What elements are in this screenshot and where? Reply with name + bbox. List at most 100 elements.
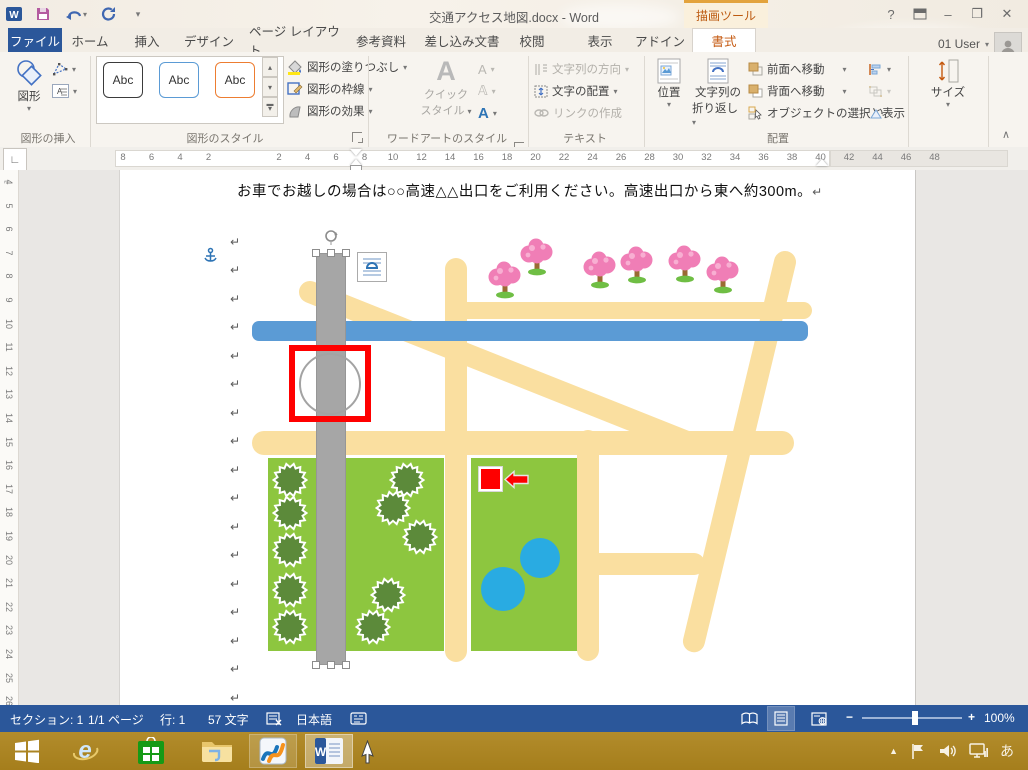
tab-review[interactable]: 校閲: [510, 28, 554, 52]
proofing-status-icon[interactable]: [266, 711, 283, 726]
minimize-button[interactable]: –: [936, 4, 960, 24]
status-chars[interactable]: 57 文字: [208, 711, 249, 728]
size-icon: [936, 58, 960, 84]
vruler-number: 8: [4, 268, 14, 284]
network-icon[interactable]: [969, 743, 988, 759]
hruler-number: 8: [115, 152, 131, 163]
rotate-objects-button[interactable]: ▾: [868, 104, 891, 122]
ribbon-display-options-button[interactable]: [908, 4, 932, 24]
vruler-number: 18: [4, 504, 14, 520]
horizontal-ruler[interactable]: 8642246810121416182022242628303234363840…: [0, 147, 1028, 170]
edit-shape-button[interactable]: ▾: [52, 60, 76, 78]
tab-view[interactable]: 表示: [578, 28, 622, 52]
edit-shape-icon: [52, 62, 68, 76]
vruler-number: 15: [4, 434, 14, 450]
help-button[interactable]: ?: [880, 4, 902, 24]
status-pages[interactable]: 1/1 ページ: [88, 711, 144, 728]
text-fill-button[interactable]: A▾: [478, 60, 495, 78]
shape-style-3[interactable]: Abc: [215, 62, 255, 98]
vruler-number: 13: [4, 386, 14, 402]
print-layout-view-button[interactable]: [768, 707, 794, 730]
user-dropdown-icon[interactable]: ▾: [985, 40, 989, 49]
ime-status-icon[interactable]: [350, 711, 367, 726]
zoom-in-button[interactable]: +: [968, 710, 975, 724]
tab-file[interactable]: ファイル: [8, 28, 62, 52]
hruler-number: 46: [898, 152, 914, 163]
align-objects-button[interactable]: ▾: [868, 60, 891, 78]
zoom-out-button[interactable]: −: [846, 710, 853, 724]
vertical-ruler[interactable]: 4567891011121314151617181920212223242526…: [0, 170, 19, 705]
tab-home[interactable]: ホーム: [68, 28, 112, 52]
shape-outline-button[interactable]: 図形の枠線▾: [287, 80, 373, 98]
hruler-number: 6: [144, 152, 160, 163]
shape-styles-dialog-launcher-icon[interactable]: [352, 132, 362, 142]
read-mode-view-button[interactable]: [736, 707, 762, 730]
first-line-indent-marker[interactable]: [350, 149, 362, 156]
restore-button[interactable]: ❐: [964, 4, 990, 24]
text-direction-button[interactable]: 文字列の方向▾: [534, 60, 629, 78]
position-button[interactable]: 位置▾: [650, 58, 688, 109]
shape-style-1[interactable]: Abc: [103, 62, 143, 98]
tab-insert[interactable]: 挿入: [125, 28, 169, 52]
align-objects-icon: [868, 63, 883, 76]
shape-style-2[interactable]: Abc: [159, 62, 199, 98]
internet-explorer-icon[interactable]: e: [62, 735, 108, 767]
ime-mode-indicator[interactable]: あ: [1000, 741, 1014, 761]
zoom-level[interactable]: 100%: [984, 711, 1015, 725]
send-backward-icon: [748, 84, 763, 98]
hanging-indent-marker[interactable]: [350, 159, 362, 166]
text-effects-button[interactable]: A▾: [478, 104, 497, 122]
hruler-number: 48: [927, 152, 943, 163]
hruler-number: 10: [385, 152, 401, 163]
text-outline-button[interactable]: 𝔸▾: [478, 82, 496, 100]
start-button[interactable]: [4, 735, 50, 767]
collapse-ribbon-icon[interactable]: ∧: [1002, 128, 1010, 141]
tray-expand-icon[interactable]: ▲: [889, 746, 898, 756]
gallery-up-icon[interactable]: ▴: [262, 57, 278, 77]
size-button[interactable]: サイズ▾: [920, 58, 976, 109]
bring-forward-button[interactable]: 前面へ移動▾: [748, 60, 847, 78]
right-indent-marker[interactable]: [816, 159, 828, 166]
shapes-button[interactable]: 図形 ▾: [10, 58, 48, 113]
hruler-number: 4: [300, 152, 316, 163]
web-layout-view-button[interactable]: [806, 707, 832, 730]
tab-mailings[interactable]: 差し込み文書: [420, 28, 504, 52]
hruler-number: 34: [727, 152, 743, 163]
group-objects-button[interactable]: ▾: [868, 82, 891, 100]
windows-store-icon[interactable]: [128, 735, 174, 767]
hruler-number: 22: [556, 152, 572, 163]
zoom-slider-thumb[interactable]: [912, 711, 918, 725]
file-explorer-icon[interactable]: [194, 735, 240, 767]
send-backward-button[interactable]: 背面へ移動▾: [748, 82, 847, 100]
vruler-number: 22: [4, 599, 14, 615]
status-line[interactable]: 行: 1: [160, 711, 185, 728]
hruler-number: 20: [528, 152, 544, 163]
word-taskbar-icon[interactable]: W: [306, 735, 352, 767]
align-text-button[interactable]: 文字の配置▾: [534, 82, 618, 100]
status-language[interactable]: 日本語: [296, 711, 332, 728]
create-link-button[interactable]: リンクの作成: [534, 104, 622, 122]
action-center-flag-icon[interactable]: [910, 743, 927, 760]
tab-format-active[interactable]: 書式: [692, 28, 756, 52]
text-box-button[interactable]: A▾: [52, 82, 77, 100]
gallery-down-icon[interactable]: ▾: [262, 77, 278, 97]
tab-design[interactable]: デザイン: [182, 28, 236, 52]
gallery-more-icon[interactable]: ▬▾: [262, 97, 278, 117]
vruler-number: 10: [4, 316, 14, 332]
contextual-tab-group-drawing-tools: 描画ツール: [684, 0, 768, 28]
photoscape-app-icon[interactable]: [250, 735, 296, 767]
wordart-quick-styles-button[interactable]: A クイック スタイル ▾: [420, 56, 472, 118]
tab-references[interactable]: 参考資料: [352, 28, 410, 52]
status-section[interactable]: セクション: 1: [10, 711, 83, 728]
hruler-number: 12: [414, 152, 430, 163]
volume-icon[interactable]: [939, 743, 957, 759]
shape-fill-button[interactable]: 図形の塗りつぶし▾: [287, 58, 407, 76]
windows-logo-icon: [14, 739, 40, 763]
document-page[interactable]: [119, 170, 916, 705]
tab-page-layout[interactable]: ページ レイアウト: [249, 28, 341, 52]
tab-addins[interactable]: アドイン: [635, 28, 685, 52]
close-button[interactable]: ✕: [994, 4, 1020, 24]
wrap-text-button[interactable]: 文字列の 折り返し ▾: [692, 58, 744, 128]
tab-selector[interactable]: ∟: [3, 148, 27, 172]
shape-effects-button[interactable]: 図形の効果▾: [287, 102, 373, 120]
